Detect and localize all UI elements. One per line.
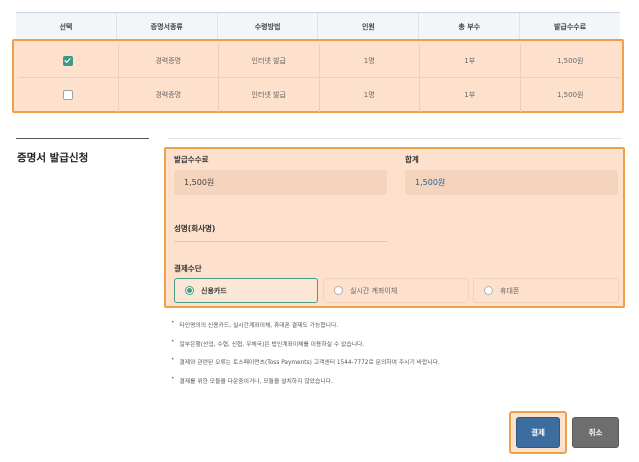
payment-option-mobile[interactable]: 휴대폰 (473, 278, 619, 303)
cell-people: 1명 (320, 44, 420, 77)
col-header-people: 인원 (318, 13, 420, 40)
cell-people: 1명 (320, 78, 420, 112)
col-header-copies: 총 부수 (419, 13, 521, 40)
sum-label: 합계 (405, 155, 419, 164)
section-divider (16, 138, 149, 139)
bullet-icon: • (171, 375, 175, 382)
payment-option-label: 휴대폰 (500, 286, 520, 295)
col-header-select: 선택 (16, 13, 117, 40)
table-row: 경력증명 인터넷 발급 1명 1부 1,500원 (18, 44, 620, 78)
col-header-cert-type: 증명서종류 (117, 13, 218, 40)
row-select-checkbox[interactable] (62, 55, 73, 66)
cell-fee: 1,500원 (557, 56, 584, 65)
radio-icon[interactable] (334, 286, 343, 295)
table-row: 경력증명 인터넷 발급 1명 1부 1,500원 (18, 78, 620, 112)
sum-field: 1,500원 (405, 170, 618, 195)
application-form: 발급수수료 합계 1,500원 1,500원 성명(회사명) 결제수단 신용카드… (164, 147, 625, 308)
checkmark-icon (64, 58, 71, 63)
list-item: • 일부은행(산업, 수협, 신협, 우체국)은 법인계좌이체를 이용하실 수 없… (171, 338, 365, 348)
payment-option-bank-transfer[interactable]: 실시간 계좌이체 (323, 278, 469, 303)
cell-copies: 1부 (420, 44, 521, 77)
radio-icon[interactable] (484, 286, 493, 295)
payment-option-label: 실시간 계좌이체 (350, 286, 398, 295)
list-item: • 타인명의의 신용카드, 실시간계좌이체, 휴대폰 결제도 가능합니다. (171, 320, 339, 329)
col-header-fee: 발급수수료 (553, 22, 587, 31)
cell-type: 경력증명 (119, 44, 219, 77)
bullet-icon: • (171, 338, 175, 345)
pay-button-highlight: 결제 (509, 411, 567, 454)
name-label: 성명(회사명) (174, 224, 216, 233)
certificate-table-body: 경력증명 인터넷 발급 1명 1부 1,500원 경력증명 인터넷 발급 1명 … (12, 39, 624, 113)
cell-copies: 1부 (420, 78, 521, 112)
cancel-button[interactable]: 취소 (572, 417, 619, 448)
cell-type: 경력증명 (119, 78, 219, 112)
row-select-checkbox[interactable] (62, 90, 73, 100)
radio-selected-icon[interactable] (185, 286, 194, 295)
fee-label: 발급수수료 (174, 155, 209, 164)
payment-notes: • 타인명의의 신용카드, 실시간계좌이체, 휴대폰 결제도 가능합니다. • 일부… (171, 320, 621, 394)
list-item: • 결제와 관련된 오류는 토스페이먼츠(Toss Payments) 고객센터 … (171, 357, 440, 366)
table-header: 선택 증명서종류 수령방법 인원 총 부수 발급수수료 (16, 12, 620, 40)
cell-method: 인터넷 발급 (219, 78, 320, 112)
col-header-receive-method: 수령방법 (218, 13, 319, 40)
pay-button[interactable]: 결제 (516, 417, 560, 448)
section-title: 증명서 발급신청 (17, 152, 89, 164)
list-item: • 결제를 위한 모듈을 다운중이거나, 모듈을 설치하지 않았습니다. (171, 375, 333, 385)
payment-option-label: 신용카드 (201, 286, 227, 295)
bullet-icon: • (171, 357, 175, 363)
cell-fee: 1,500원 (557, 91, 584, 99)
cell-method: 인터넷 발급 (219, 44, 320, 77)
bullet-icon: • (171, 320, 175, 326)
fee-field: 1,500원 (174, 170, 387, 195)
payment-method-label: 결제수단 (174, 264, 202, 273)
payment-option-credit-card[interactable]: 신용카드 (174, 278, 318, 303)
name-field[interactable] (174, 241, 387, 242)
form-top-divider (168, 138, 622, 139)
